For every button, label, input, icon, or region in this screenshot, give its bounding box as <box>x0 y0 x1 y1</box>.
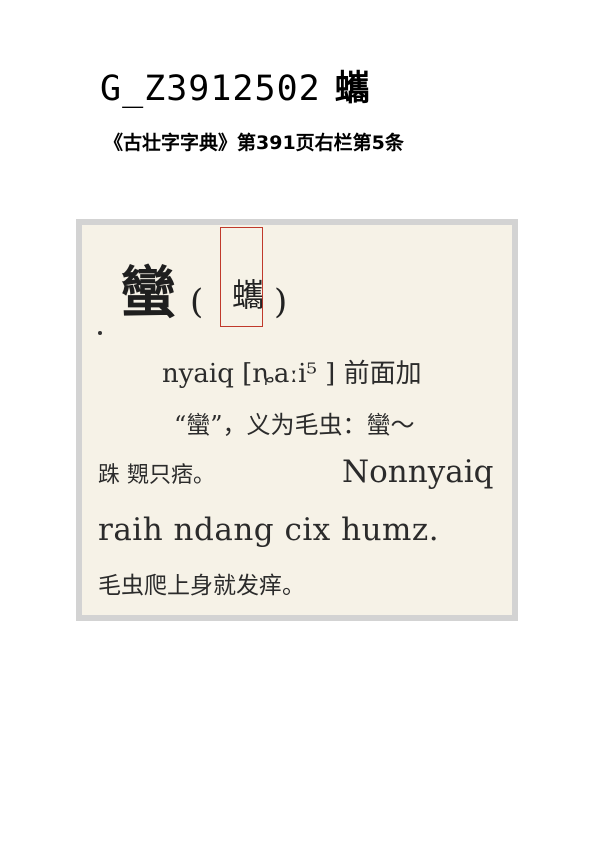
dictionary-scan: 蠻 ( 蠵 ) nyaiq [ȵaːi⁵ ] 前面加 “蠻”，义为毛虫：蠻～ 跦… <box>76 219 518 621</box>
entry-line-3-chinese: 跦 䚉只痞。 <box>98 463 215 488</box>
glyph-char: 蠵 <box>334 68 371 109</box>
bullet-dot <box>98 331 102 335</box>
head-character: 蠻 <box>120 260 176 326</box>
entry-line-5: 毛虫爬上身就发痒。 <box>98 573 305 599</box>
paren-close: ) <box>274 282 288 322</box>
variant-character: 蠵 <box>232 276 265 314</box>
scan-paper: 蠻 ( 蠵 ) nyaiq [ȵaːi⁵ ] 前面加 “蠻”，义为毛虫：蠻～ 跦… <box>82 225 512 615</box>
paren-open: ( <box>190 282 204 322</box>
entry-line-2: “蠻”，义为毛虫：蠻～ <box>174 411 415 439</box>
entry-line-4: raih ndang cix humz. <box>98 512 440 548</box>
glyph-code: G_Z3912502 <box>100 69 321 109</box>
entry-line-3-zhuang: Nonnyaiq <box>342 454 494 490</box>
entry-line-1: nyaiq [ȵaːi⁵ ] 前面加 <box>162 359 422 389</box>
source-citation: 《古壮字字典》第391页右栏第5条 <box>104 132 404 154</box>
document-title: G_Z3912502 蠵 <box>100 60 371 111</box>
